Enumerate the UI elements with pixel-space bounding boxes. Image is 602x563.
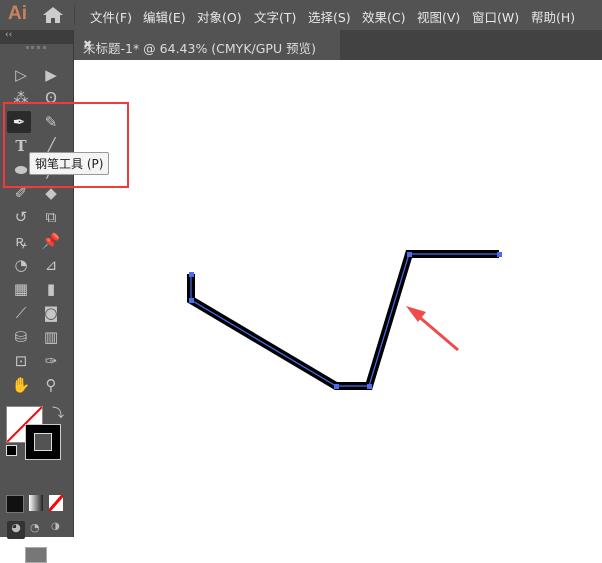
- screen-mode-icon[interactable]: [25, 547, 47, 563]
- gradient-icon[interactable]: ▮: [39, 278, 63, 300]
- grip-icon[interactable]: [26, 46, 46, 52]
- rotate-icon[interactable]: ↺: [9, 206, 33, 228]
- menu-file[interactable]: 文件(F): [90, 7, 132, 26]
- stroke-swatch[interactable]: [25, 424, 61, 460]
- divider: [74, 5, 75, 25]
- menu-view[interactable]: 视图(V): [417, 7, 460, 26]
- draw-inside-icon[interactable]: ◑: [51, 521, 60, 532]
- red-arrow-annotation: [406, 306, 459, 352]
- shape-builder-icon[interactable]: ◔: [9, 254, 33, 276]
- mesh-icon[interactable]: ▦: [9, 278, 33, 300]
- menu-type[interactable]: 文字(T): [254, 7, 296, 26]
- menu-select[interactable]: 选择(S): [308, 7, 351, 26]
- home-icon[interactable]: [43, 7, 63, 23]
- menu-bar: Ai 文件(F) 编辑(E) 对象(O) 文字(T) 选择(S) 效果(C) 视…: [0, 0, 602, 30]
- zoom-icon[interactable]: ⚲: [39, 374, 63, 396]
- none-mode-icon[interactable]: [49, 495, 63, 511]
- perspective-grid-icon[interactable]: ⊿: [39, 254, 63, 276]
- symbol-sprayer-icon[interactable]: ⛁: [9, 326, 33, 348]
- highlight-box: [3, 102, 129, 188]
- close-icon[interactable]: ✖: [83, 38, 332, 51]
- eyedropper-icon[interactable]: ⟋: [9, 302, 33, 324]
- menu-window[interactable]: 窗口(W): [472, 7, 519, 26]
- default-colors-icon[interactable]: [6, 445, 17, 456]
- puppet-warp-icon[interactable]: 📌: [39, 230, 63, 252]
- path-selection-line: [190, 253, 499, 387]
- anchor-points[interactable]: [189, 252, 502, 389]
- draw-normal-icon[interactable]: ◕: [7, 521, 25, 539]
- color-mode-icon[interactable]: [6, 495, 24, 513]
- blend-icon[interactable]: ◙: [39, 302, 63, 324]
- warp-icon[interactable]: ꝶ: [9, 230, 33, 252]
- document-tab-bar: 未标题-1* @ 64.43% (CMYK/GPU 预览) ✖: [74, 30, 602, 60]
- app-logo: Ai: [8, 3, 27, 24]
- panel-header: ‹‹: [0, 30, 73, 49]
- menu-edit[interactable]: 编辑(E): [143, 7, 186, 26]
- hand-icon[interactable]: ✋: [9, 374, 33, 396]
- artboard-icon[interactable]: ⊡: [9, 350, 33, 372]
- menu-object[interactable]: 对象(O): [197, 7, 242, 26]
- selection-tool-icon[interactable]: ▷: [9, 64, 33, 86]
- column-graph-icon[interactable]: ▥: [39, 326, 63, 348]
- artboard-canvas[interactable]: [74, 60, 602, 537]
- drawn-path-stroke[interactable]: [187, 250, 499, 390]
- pen-tool-tooltip: 钢笔工具 (P): [29, 152, 110, 175]
- gradient-mode-icon[interactable]: [29, 495, 43, 511]
- direct-selection-tool-icon[interactable]: ▶: [39, 64, 63, 86]
- slice-icon[interactable]: ✑: [39, 350, 63, 372]
- document-tab[interactable]: 未标题-1* @ 64.43% (CMYK/GPU 预览) ✖: [74, 30, 340, 60]
- scale-icon[interactable]: ⧉: [39, 206, 63, 228]
- menu-effect[interactable]: 效果(C): [362, 7, 405, 26]
- menu-help[interactable]: 帮助(H): [531, 7, 575, 26]
- draw-behind-icon[interactable]: ◔: [30, 521, 40, 534]
- swap-icon[interactable]: ⤵: [52, 404, 64, 421]
- collapse-button[interactable]: ‹‹: [5, 30, 12, 40]
